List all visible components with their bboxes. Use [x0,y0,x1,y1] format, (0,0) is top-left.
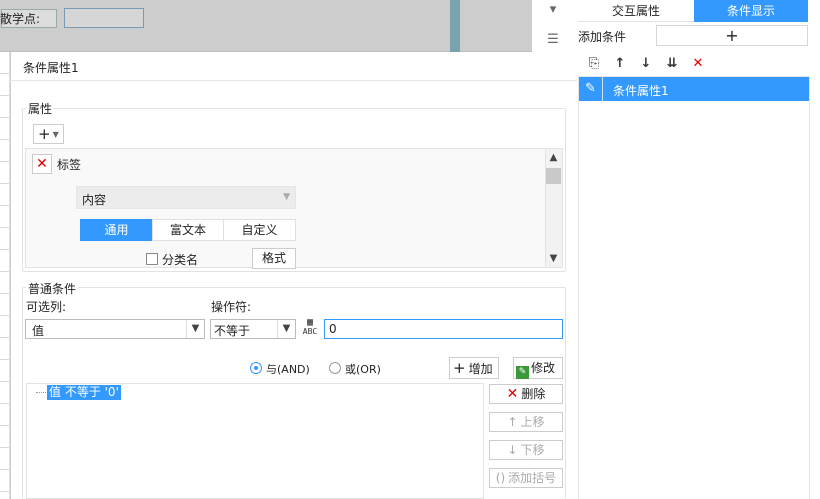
plus-icon: + [38,125,51,143]
formula-icon-label: ABC [302,327,318,336]
scroll-down-icon[interactable]: ▼ [545,250,562,267]
operator-select[interactable]: 不等于 ▼ [210,319,296,339]
background-grid-rows [0,52,10,499]
arrow-down-icon[interactable]: ↓ [635,54,657,74]
tab-interaction-properties[interactable]: 交互属性 [578,0,694,22]
condition-legend: 普通条件 [26,280,79,297]
scrollbar-thumb[interactable] [546,168,561,184]
list-item-label: 条件属性1 [613,84,669,98]
add-bracket-label: 添加括号 [508,471,557,485]
plus-icon: + [453,359,466,377]
background-input [64,8,144,28]
add-attribute-button[interactable]: + ▼ [33,124,64,144]
delete-icon[interactable]: ✕ [687,54,709,74]
scroll-up-icon[interactable]: ▲ [545,149,562,166]
column-select-value: 值 [32,324,45,338]
move-up-button[interactable]: ↑ 上移 [489,412,563,432]
move-bottom-icon[interactable]: ⇊ [661,54,683,74]
add-button-label: 增加 [468,362,493,376]
chevron-down-icon: ▼ [283,192,290,202]
and-radio[interactable] [250,362,262,374]
category-name-label: 分类名 [162,253,199,267]
delete-button-label: 删除 [521,387,546,401]
condition-list [578,77,810,499]
value-input[interactable]: 0 [324,319,563,339]
formula-icon[interactable]: ▦ ABC [300,318,320,340]
modify-icon: ✎ [516,366,529,379]
content-select-value: 内容 [82,193,107,207]
move-down-button[interactable]: ↓ 下移 [489,440,563,460]
tab-condition-display[interactable]: 条件显示 [694,0,808,22]
or-radio-label[interactable]: 或(OR) [345,361,381,377]
condition-tree [26,383,484,499]
add-condition-button[interactable]: + [656,25,808,46]
content-select[interactable]: 内容 ▼ [76,186,296,209]
tag-label: 标签 [57,158,82,172]
attributes-legend: 属性 [26,100,55,117]
arrow-down-icon: ↓ [507,443,518,457]
add-button[interactable]: + 增加 [449,357,499,379]
chevron-down-icon: ▼ [52,129,59,139]
background-label: 散学点: [0,12,41,26]
condition-tree-item[interactable]: 值 不等于 '0' [47,385,121,400]
add-condition-label: 添加条件 [578,30,627,44]
condition-toolbar: ⎘ ↑ ↓ ⇊ ✕ [578,52,810,77]
modify-button[interactable]: ✎ 修改 [513,357,563,379]
arrow-up-icon: ↑ [507,415,518,429]
and-radio-label[interactable]: 与(AND) [266,361,310,377]
bracket-icon: () [495,471,506,485]
add-bracket-button[interactable]: () 添加括号 [489,468,563,488]
modify-button-label: 修改 [531,361,556,375]
copy-icon[interactable]: ⎘ [583,54,605,74]
tree-connector [36,392,46,393]
delete-button[interactable]: ✕ 删除 [489,384,563,404]
layout-icon[interactable]: ☰ [542,30,564,50]
arrow-up-icon[interactable]: ↑ [609,54,631,74]
chevron-down-icon: ▼ [277,320,295,338]
list-item[interactable]: ✎ 条件属性1 [579,77,809,101]
delete-icon: ✕ [506,386,519,402]
chevron-down-icon: ▼ [186,320,204,338]
divider [10,80,577,81]
or-radio[interactable] [329,362,341,374]
tab-general[interactable]: 通用 [80,219,153,241]
background-stripe [450,0,460,52]
edit-icon[interactable]: ✎ [579,77,603,101]
remove-attribute-icon[interactable]: ✕ [32,154,52,174]
tab-rich-text[interactable]: 富文本 [152,219,224,241]
collapse-icon[interactable]: ▾ [542,0,564,20]
operator-select-value: 不等于 [214,324,251,338]
tab-custom[interactable]: 自定义 [223,219,296,241]
category-name-checkbox[interactable] [146,253,158,265]
dialog-title: 条件属性1 [23,61,79,75]
move-up-label: 上移 [520,415,545,429]
move-down-label: 下移 [520,443,545,457]
operator-label: 操作符: [211,300,252,314]
column-select[interactable]: 值 ▼ [25,319,205,339]
format-button[interactable]: 格式 [252,248,296,269]
column-label: 可选列: [26,300,67,314]
